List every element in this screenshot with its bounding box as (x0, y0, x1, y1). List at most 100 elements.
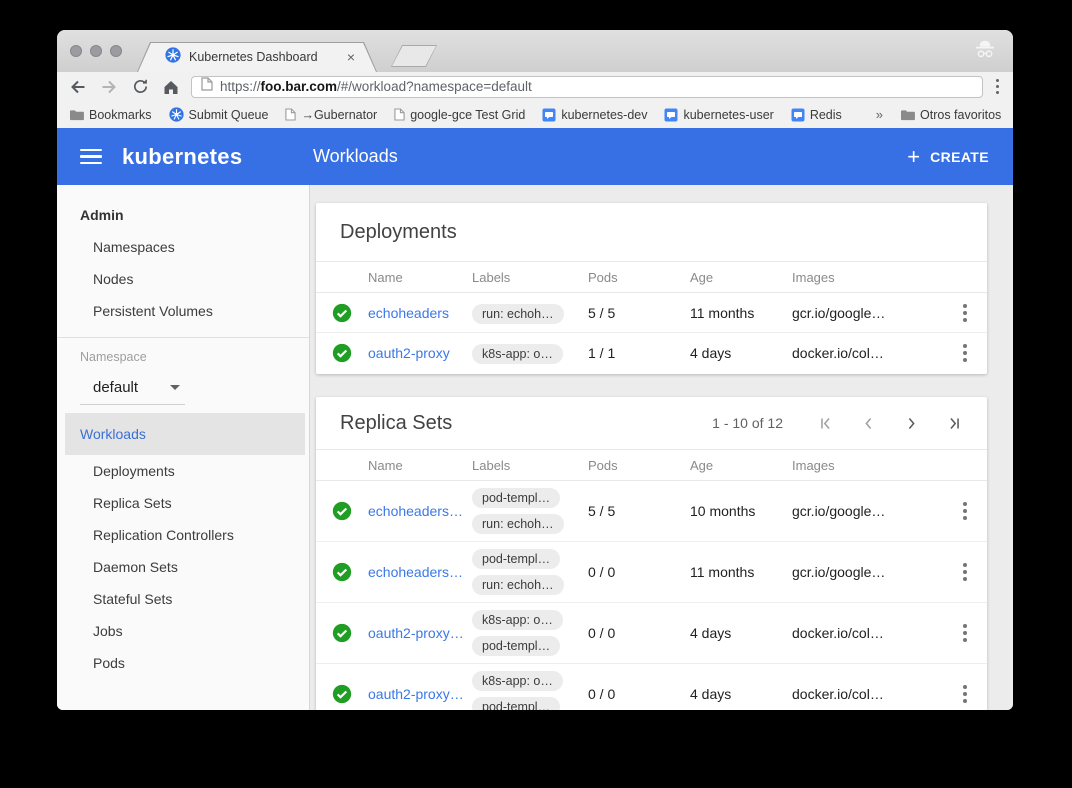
close-tab-icon[interactable]: × (347, 50, 355, 64)
replica-sets-card: Replica Sets 1 - 10 of 12 Name Labels Po… (316, 397, 987, 710)
namespace-select[interactable]: default (57, 370, 309, 404)
kubernetes-logo[interactable]: kubernetes (122, 144, 242, 170)
new-tab-button[interactable] (391, 45, 437, 67)
maximize-window-button[interactable] (110, 45, 122, 57)
bookmark-kubernetes-dev[interactable]: kubernetes-dev (542, 108, 647, 122)
sidebar-nav: Admin Namespaces Nodes Persistent Volume… (57, 185, 310, 710)
row-menu-button[interactable] (959, 559, 971, 585)
sidebar-item-admin[interactable]: Admin (57, 199, 309, 231)
label-chip: pod-templ… (472, 488, 560, 508)
sidebar-item-workloads[interactable]: Workloads (65, 413, 305, 455)
app-header: kubernetes Workloads + CREATE (57, 128, 1013, 185)
groups-icon (791, 108, 805, 122)
browser-tab[interactable]: Kubernetes Dashboard × (137, 42, 377, 72)
label-chip: run: echoh… (472, 514, 564, 534)
pods-cell: 5 / 5 (588, 305, 690, 321)
folder-icon (900, 108, 915, 121)
row-menu-button[interactable] (959, 300, 971, 326)
row-menu-button[interactable] (959, 340, 971, 366)
menu-hamburger-icon[interactable] (80, 149, 102, 165)
bookmarks-overflow-chevron[interactable]: » (876, 107, 883, 122)
sidebar-divider (57, 337, 309, 338)
replica-set-link[interactable]: echoheaders… (368, 564, 472, 580)
sidebar-item-replica-sets[interactable]: Replica Sets (57, 487, 309, 519)
col-age: Age (690, 270, 792, 285)
col-age: Age (690, 458, 792, 473)
sidebar-item-persistent-volumes[interactable]: Persistent Volumes (57, 295, 309, 327)
deployment-link[interactable]: echoheaders (368, 305, 472, 321)
kubernetes-favicon (165, 47, 181, 68)
table-row: oauth2-proxy… k8s-app: o… pod-templ… 0 /… (316, 664, 987, 710)
row-menu-button[interactable] (959, 681, 971, 707)
bookmark-google-gce-test-grid[interactable]: google-gce Test Grid (394, 108, 525, 122)
status-ok-icon (332, 303, 368, 323)
sidebar-item-nodes[interactable]: Nodes (57, 263, 309, 295)
age-cell: 4 days (690, 345, 792, 361)
deployments-card: Deployments Name Labels Pods Age Images … (316, 203, 987, 374)
row-menu-button[interactable] (959, 498, 971, 524)
status-ok-icon (332, 562, 368, 582)
bookmark-redis[interactable]: Redis (791, 108, 842, 122)
table-row: oauth2-proxy k8s-app: o… 1 / 1 4 days do… (316, 333, 987, 373)
status-ok-icon (332, 623, 368, 643)
groups-icon (664, 108, 678, 122)
images-cell: docker.io/col… (792, 686, 943, 702)
images-cell: gcr.io/google… (792, 503, 943, 519)
status-ok-icon (332, 684, 368, 704)
address-bar[interactable]: https://foo.bar.com/#/workload?namespace… (191, 76, 983, 98)
back-button[interactable] (67, 76, 89, 98)
page-title: Workloads (313, 146, 398, 167)
bookmark-bookmarks-folder[interactable]: Bookmarks (69, 108, 152, 122)
col-images: Images (792, 458, 943, 473)
tab-title: Kubernetes Dashboard (189, 50, 339, 64)
bookmark-kubernetes-user[interactable]: kubernetes-user (664, 108, 773, 122)
col-labels: Labels (472, 270, 588, 285)
col-name: Name (368, 458, 472, 473)
col-images: Images (792, 270, 943, 285)
page-icon (285, 108, 296, 121)
row-menu-button[interactable] (959, 620, 971, 646)
replica-set-link[interactable]: oauth2-proxy… (368, 625, 472, 641)
other-favorites-folder[interactable]: Otros favoritos (900, 108, 1001, 122)
home-button[interactable] (160, 76, 182, 98)
groups-icon (542, 108, 556, 122)
page-icon (201, 77, 213, 96)
close-window-button[interactable] (70, 45, 82, 57)
next-page-icon[interactable] (903, 415, 920, 432)
deployment-link[interactable]: oauth2-proxy (368, 345, 472, 361)
browser-menu-button[interactable] (992, 75, 1004, 99)
sidebar-item-namespaces[interactable]: Namespaces (57, 231, 309, 263)
first-page-icon[interactable] (817, 415, 834, 432)
bookmark-gubernator[interactable]: →Gubernator (285, 108, 377, 122)
col-pods: Pods (588, 270, 690, 285)
replica-set-link[interactable]: echoheaders… (368, 503, 472, 519)
namespace-label: Namespace (57, 344, 309, 370)
sidebar-item-daemon-sets[interactable]: Daemon Sets (57, 551, 309, 583)
previous-page-icon[interactable] (860, 415, 877, 432)
sidebar-item-deployments[interactable]: Deployments (57, 455, 309, 487)
pods-cell: 1 / 1 (588, 345, 690, 361)
replica-set-link[interactable]: oauth2-proxy… (368, 686, 472, 702)
plus-icon: + (907, 146, 920, 168)
sidebar-item-pods[interactable]: Pods (57, 647, 309, 679)
sidebar-item-jobs[interactable]: Jobs (57, 615, 309, 647)
status-ok-icon (332, 343, 368, 363)
last-page-icon[interactable] (946, 415, 963, 432)
status-ok-icon (332, 501, 368, 521)
col-labels: Labels (472, 458, 588, 473)
browser-window: Kubernetes Dashboard × (57, 30, 1013, 710)
bookmarks-bar: Bookmarks Submit Queue →Gubernator googl… (57, 101, 1013, 128)
incognito-icon (973, 40, 997, 65)
forward-button[interactable] (98, 76, 120, 98)
pagination: 1 - 10 of 12 (712, 415, 963, 432)
sidebar-item-replication-controllers[interactable]: Replication Controllers (57, 519, 309, 551)
reload-button[interactable] (129, 76, 151, 98)
images-cell: docker.io/col… (792, 625, 943, 641)
label-chip: pod-templ… (472, 697, 560, 710)
create-button[interactable]: + CREATE (907, 146, 989, 168)
minimize-window-button[interactable] (90, 45, 102, 57)
sidebar-item-stateful-sets[interactable]: Stateful Sets (57, 583, 309, 615)
titlebar: Kubernetes Dashboard × (57, 30, 1013, 72)
bookmark-submit-queue[interactable]: Submit Queue (169, 107, 269, 122)
pods-cell: 0 / 0 (588, 564, 690, 580)
